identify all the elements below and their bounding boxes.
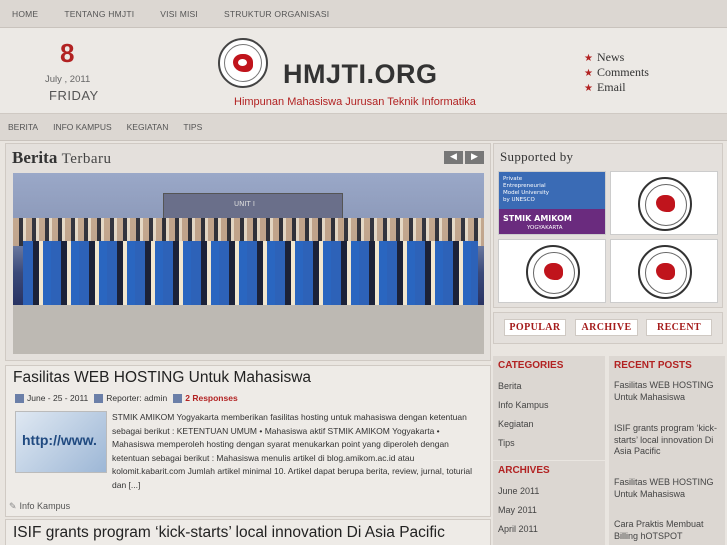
site-subtitle: Himpunan Mahasiswa Jurusan Teknik Inform… bbox=[234, 96, 476, 108]
tag-icon: ✎ bbox=[9, 501, 17, 511]
user-icon bbox=[94, 394, 104, 404]
hmjti-sponsor-logo[interactable] bbox=[610, 171, 718, 235]
top-navigation: HOME TENTANG HMJTI VISI MISI STRUKTUR OR… bbox=[0, 0, 727, 28]
nav-home[interactable]: HOME bbox=[12, 9, 38, 19]
nav-tentang-hmjti[interactable]: TENTANG HMJTI bbox=[64, 9, 134, 19]
star-icon: ★ bbox=[584, 53, 593, 64]
post-responses[interactable]: 2 Responses bbox=[173, 393, 238, 404]
subnav-tips[interactable]: TIPS bbox=[183, 122, 202, 132]
subnav-berita[interactable]: BERITA bbox=[8, 122, 38, 132]
post-category[interactable]: ✎ Info Kampus bbox=[9, 501, 70, 512]
star-icon: ★ bbox=[584, 68, 593, 79]
nav-struktur-organisasi[interactable]: STRUKTUR ORGANISASI bbox=[224, 9, 329, 19]
archives-widget: ARCHIVES June 2011 May 2011 April 2011 bbox=[493, 461, 605, 545]
archive-link-april-2011[interactable]: April 2011 bbox=[498, 524, 538, 534]
comments-link[interactable]: ★ Comments bbox=[584, 65, 649, 80]
featured-heading: Berita Terbaru bbox=[12, 148, 112, 167]
category-link-berita[interactable]: Berita bbox=[498, 381, 522, 391]
post-reporter: Reporter: admin bbox=[94, 393, 167, 404]
hmjti-sponsor-logo[interactable] bbox=[498, 239, 606, 303]
date-weekday: FRIDAY bbox=[49, 88, 99, 103]
post-title[interactable]: ISIF grants program ‘kick-starts’ local … bbox=[13, 524, 445, 542]
site-logo[interactable] bbox=[218, 38, 268, 88]
recent-posts-heading: RECENT POSTS bbox=[614, 360, 692, 371]
prev-arrow-icon[interactable]: ◀ bbox=[444, 151, 463, 164]
slider-arrows: ◀ ▶ bbox=[444, 151, 484, 164]
category-navigation: BERITA INFO KAMPUS KEGIATAN TIPS bbox=[0, 114, 727, 141]
calendar-icon bbox=[15, 394, 24, 404]
subnav-kegiatan[interactable]: KEGIATAN bbox=[127, 122, 169, 132]
post-date: June - 25 - 2011 bbox=[15, 393, 88, 404]
recent-post-link[interactable]: Fasilitas WEB HOSTING Untuk Mahasiswa bbox=[614, 477, 722, 500]
nav-visi-misi[interactable]: VISI MISI bbox=[160, 9, 198, 19]
supported-by-widget: Supported by Private Entrepreneurial Model… bbox=[493, 143, 723, 308]
subnav-info-kampus[interactable]: INFO KAMPUS bbox=[53, 122, 112, 132]
post-card: Fasilitas WEB HOSTING Untuk Mahasiswa Ju… bbox=[5, 365, 491, 517]
date-day-number: 8 bbox=[60, 38, 75, 68]
amikom-sponsor-logo[interactable]: Private Entrepreneurial Model University by… bbox=[498, 171, 606, 235]
tab-recent[interactable]: RECENT bbox=[646, 319, 712, 336]
email-link[interactable]: ★ Email bbox=[584, 80, 649, 95]
supported-heading: Supported by bbox=[500, 149, 574, 164]
post-meta: June - 25 - 2011 Reporter: admin 2 Respo… bbox=[15, 393, 238, 404]
category-link-info-kampus[interactable]: Info Kampus bbox=[498, 400, 549, 410]
header-links: ★ News ★ Comments ★ Email bbox=[584, 50, 649, 95]
tab-archive[interactable]: ARCHIVE bbox=[575, 319, 638, 336]
featured-photo[interactable]: UNIT I bbox=[13, 173, 484, 354]
post-card: ISIF grants program ‘kick-starts’ local … bbox=[5, 519, 491, 545]
post-thumbnail[interactable]: http://www. bbox=[15, 411, 107, 473]
category-link-kegiatan[interactable]: Kegiatan bbox=[498, 419, 534, 429]
category-link-tips[interactable]: Tips bbox=[498, 438, 515, 448]
recent-post-link[interactable]: Fasilitas WEB HOSTING Untuk Mahasiswa bbox=[614, 380, 722, 403]
next-arrow-icon[interactable]: ▶ bbox=[465, 151, 484, 164]
comment-icon bbox=[173, 394, 183, 404]
hmjti-sponsor-logo[interactable] bbox=[610, 239, 718, 303]
recent-post-link[interactable]: Cara Praktis Membuat Billing hOTSPOT bbox=[614, 519, 722, 542]
archive-link-may-2011[interactable]: May 2011 bbox=[498, 505, 537, 515]
categories-heading: CATEGORIES bbox=[498, 360, 564, 371]
post-title[interactable]: Fasilitas WEB HOSTING Untuk Mahasiswa bbox=[13, 369, 311, 387]
categories-widget: CATEGORIES Berita Info Kampus Kegiatan T… bbox=[493, 356, 605, 460]
archives-heading: ARCHIVES bbox=[498, 465, 550, 476]
post-excerpt: STMIK AMIKOM Yogyakarta memberikan fasil… bbox=[112, 412, 472, 490]
site-title[interactable]: HMJTI.ORG bbox=[283, 59, 438, 90]
recent-post-link[interactable]: ISIF grants program ‘kick-starts’ local … bbox=[614, 423, 722, 458]
tab-popular[interactable]: POPULAR bbox=[504, 319, 566, 336]
date-month-year: July , 2011 bbox=[45, 74, 91, 85]
site-header: 8 July , 2011 FRIDAY HMJTI.ORG Himpunan … bbox=[0, 28, 727, 114]
featured-slider: Berita Terbaru ◀ ▶ UNIT I bbox=[5, 143, 491, 361]
main-column: Berita Terbaru ◀ ▶ UNIT I Fasilitas WEB … bbox=[5, 143, 491, 545]
recent-posts-widget: RECENT POSTS Fasilitas WEB HOSTING Untuk… bbox=[609, 356, 725, 545]
archive-link-june-2011[interactable]: June 2011 bbox=[498, 486, 539, 496]
star-icon: ★ bbox=[584, 83, 593, 94]
news-link[interactable]: ★ News bbox=[584, 50, 649, 65]
sidebar-tabs: POPULAR ARCHIVE RECENT bbox=[493, 312, 723, 344]
